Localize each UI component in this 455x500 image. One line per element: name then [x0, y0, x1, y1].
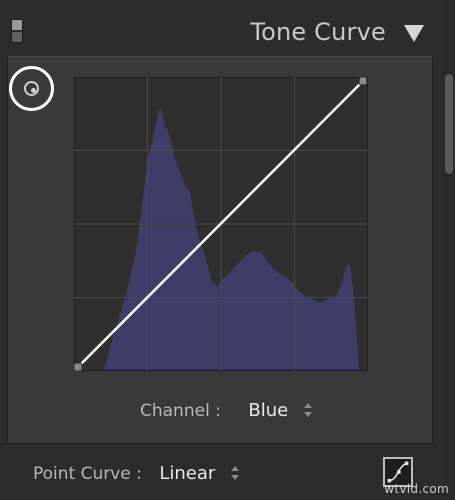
scrollbar-thumb[interactable]	[445, 74, 453, 174]
channel-updown-stepper-icon[interactable]	[303, 403, 312, 417]
edit-curve-point-mid	[397, 470, 401, 474]
curve-point-shadows[interactable]	[74, 362, 83, 371]
panel-footer: Point Curve : Linear	[0, 443, 432, 500]
point-curve-label: Point Curve :	[33, 464, 142, 484]
panel-on-off-toggle-icon[interactable]	[11, 19, 23, 43]
watermark-text: wtvid.com	[384, 482, 449, 496]
channel-label: Channel :	[140, 401, 221, 421]
targeted-adjustment-tool-button[interactable]	[9, 66, 54, 111]
target-center-dot	[31, 88, 36, 93]
collapse-triangle-icon[interactable]	[404, 25, 424, 42]
channel-selector[interactable]: Channel : Blue	[140, 400, 312, 424]
panel-title[interactable]: Tone Curve	[250, 18, 386, 46]
panel-scrollbar[interactable]	[443, 0, 455, 500]
point-curve-value[interactable]: Linear	[159, 463, 215, 484]
panel-header: Tone Curve	[0, 0, 430, 62]
lightroom-tone-curve-panel: Tone Curve Channel : Blue Point Curve : …	[0, 0, 455, 500]
curve-point-highlights[interactable]	[358, 77, 368, 86]
point-curve-selector[interactable]: Point Curve : Linear	[33, 463, 239, 484]
tone-curve-graph[interactable]	[74, 77, 368, 371]
edit-curve-point-high	[404, 461, 409, 466]
channel-value[interactable]: Blue	[248, 400, 288, 421]
point-curve-updown-stepper-icon[interactable]	[230, 466, 239, 480]
